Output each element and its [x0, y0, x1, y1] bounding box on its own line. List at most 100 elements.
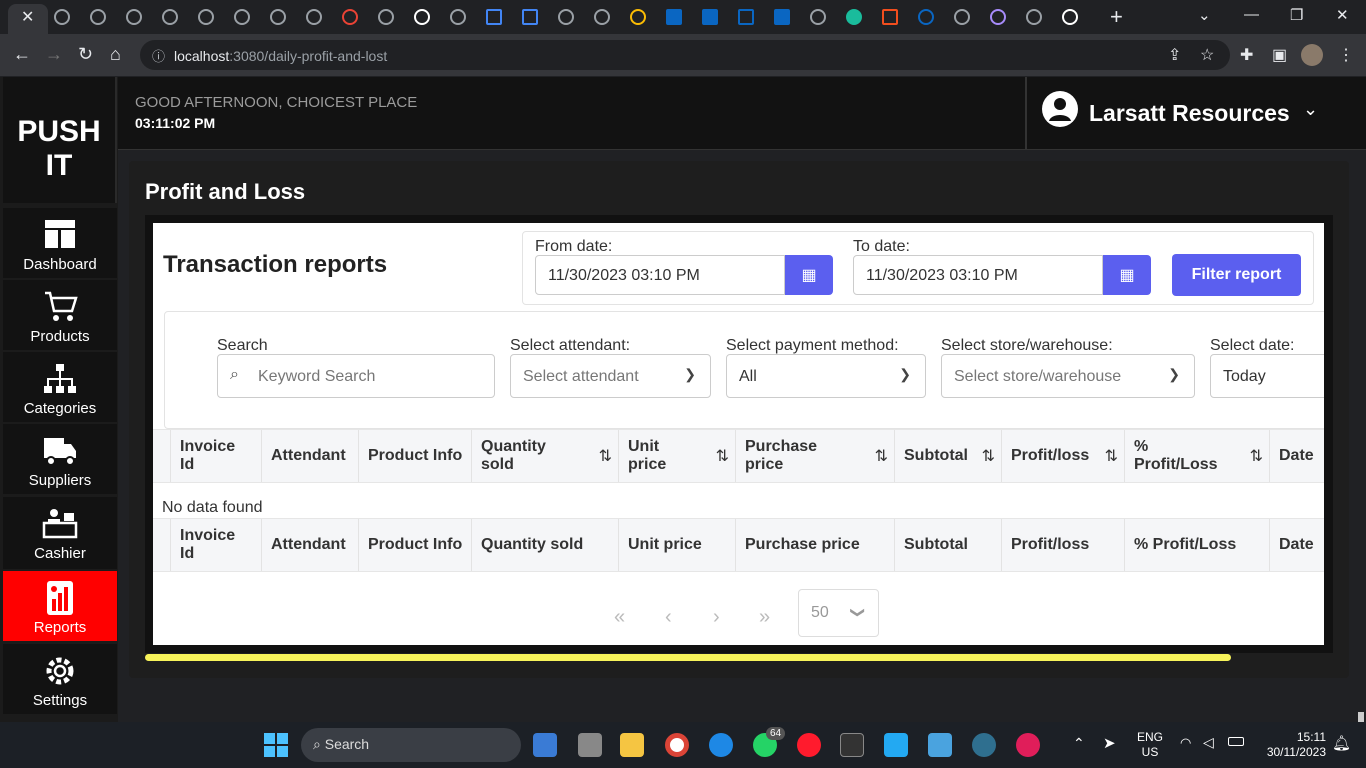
column-header-sortable[interactable]: Profit/loss ⇅ [1001, 430, 1125, 482]
chrome-icon[interactable] [665, 733, 689, 757]
linkedin-tab-icon[interactable] [774, 9, 790, 25]
column-header-sortable[interactable]: Quantity sold ⇅ [471, 430, 619, 482]
back-icon[interactable]: ← [13, 44, 31, 65]
tab-favicon[interactable] [234, 9, 250, 25]
sidebar-item-reports[interactable]: Reports [3, 571, 117, 641]
side-panel-icon[interactable]: ▣ [1272, 45, 1287, 65]
minimize-icon[interactable]: — [1244, 6, 1259, 23]
calendar-icon[interactable]: ▦ [785, 255, 833, 295]
github-tab-icon[interactable] [414, 9, 430, 25]
file-explorer-icon[interactable] [620, 733, 644, 757]
chevron-up-icon[interactable]: ⌃ [1073, 735, 1085, 752]
profile-avatar[interactable] [1301, 44, 1323, 66]
language-indicator[interactable]: ENG US [1136, 730, 1164, 760]
browser-menu-icon[interactable]: ⋮ [1338, 45, 1354, 65]
sort-icon[interactable]: ⇅ [1105, 446, 1118, 466]
windows-start-icon[interactable] [264, 733, 288, 757]
close-window-icon[interactable]: ✕ [1336, 6, 1349, 24]
edge-icon[interactable] [709, 733, 733, 757]
figma-tab-icon[interactable] [882, 9, 898, 25]
sidebar-item-settings[interactable]: Settings [3, 644, 117, 714]
user-menu[interactable]: Larsatt Resources ⌄ [1025, 77, 1366, 150]
tab-favicon[interactable] [126, 9, 142, 25]
tab-favicon[interactable] [918, 9, 934, 25]
sort-icon[interactable]: ⇅ [982, 446, 995, 466]
site-info-icon[interactable]: ⓘ [152, 46, 165, 65]
tab-favicon[interactable] [1026, 9, 1042, 25]
location-icon[interactable]: ➤ [1103, 734, 1116, 752]
sort-icon[interactable]: ⇅ [716, 446, 729, 466]
horizontal-scroll-bar[interactable] [145, 654, 1231, 661]
tab-favicon[interactable] [594, 9, 610, 25]
search-input[interactable]: ⌕ Keyword Search [217, 354, 495, 398]
last-page-button[interactable]: » [759, 606, 770, 629]
store-select[interactable]: Select store/warehouse ❯ [941, 354, 1195, 398]
globe-tab-icon[interactable] [558, 9, 574, 25]
electron-app-icon[interactable] [972, 733, 996, 757]
tab-favicon[interactable] [630, 9, 646, 25]
docs-tab-icon[interactable] [486, 9, 502, 25]
tab-favicon[interactable] [306, 9, 322, 25]
linkedin-tab-icon[interactable] [666, 9, 682, 25]
notification-bell-icon[interactable]: 🔔︎ [1332, 734, 1351, 752]
column-header-sortable[interactable]: Purchase price ⇅ [735, 430, 895, 482]
column-header-sortable[interactable]: Subtotal ⇅ [894, 430, 1002, 482]
taskbar-search[interactable]: ⌕ Search [301, 728, 521, 762]
close-tab-icon[interactable]: ✕ [21, 7, 34, 27]
chevron-down-icon[interactable]: ⌄ [1303, 99, 1318, 120]
from-date-input[interactable]: 11/30/2023 03:10 PM [535, 255, 785, 295]
extensions-icon[interactable]: ✚ [1240, 45, 1253, 65]
github-tab-icon[interactable] [378, 9, 394, 25]
payment-method-select[interactable]: All ❯ [726, 354, 926, 398]
tab-favicon[interactable] [162, 9, 178, 25]
tab-favicon[interactable] [90, 9, 106, 25]
tab-favicon[interactable] [270, 9, 286, 25]
tab-favicon[interactable] [450, 9, 466, 25]
forward-icon[interactable]: → [45, 44, 63, 65]
prev-page-button[interactable]: ‹ [665, 606, 672, 629]
tab-favicon[interactable] [954, 9, 970, 25]
sidebar-item-categories[interactable]: Categories [3, 352, 117, 422]
sidebar-item-suppliers[interactable]: Suppliers [3, 424, 117, 494]
page-scrollbar[interactable] [1358, 712, 1364, 722]
notepad-icon[interactable] [928, 733, 952, 757]
tab-favicon[interactable] [1062, 9, 1078, 25]
tab-favicon[interactable] [990, 9, 1006, 25]
tab-favicon[interactable] [54, 9, 70, 25]
address-bar[interactable]: ⓘ localhost:3080/daily-profit-and-lost [140, 40, 1230, 70]
volume-icon[interactable]: ◁ [1203, 734, 1214, 751]
system-clock[interactable]: 15:11 30/11/2023 [1258, 730, 1326, 760]
sort-icon[interactable]: ⇅ [599, 446, 612, 466]
task-view-icon[interactable] [578, 733, 602, 757]
home-icon[interactable]: ⌂ [110, 44, 121, 65]
filter-report-button[interactable]: Filter report [1172, 254, 1301, 296]
copilot-icon[interactable] [533, 733, 557, 757]
tab-favicon[interactable] [846, 9, 862, 25]
sort-icon[interactable]: ⇅ [1250, 446, 1263, 466]
slack-icon[interactable] [1016, 733, 1040, 757]
column-header-sortable[interactable]: % Profit/Loss ⇅ [1124, 430, 1270, 482]
tab-favicon[interactable] [810, 9, 826, 25]
terminal-icon[interactable] [840, 733, 864, 757]
attendant-select[interactable]: Select attendant ❯ [510, 354, 711, 398]
new-tab-icon[interactable]: + [1110, 4, 1123, 30]
opera-icon[interactable] [797, 733, 821, 757]
first-page-button[interactable]: « [614, 606, 625, 629]
battery-icon[interactable] [1228, 737, 1244, 746]
sidebar-item-cashier[interactable]: Cashier [3, 497, 117, 569]
bookmark-star-icon[interactable]: ☆ [1200, 45, 1214, 65]
date-select[interactable]: Today [1210, 354, 1324, 398]
linkedin-tab-icon[interactable] [702, 9, 718, 25]
page-size-select[interactable]: 50 ❯ [798, 589, 879, 637]
sidebar-item-dashboard[interactable]: Dashboard [3, 208, 117, 278]
restore-icon[interactable]: ❐ [1290, 6, 1303, 24]
reload-icon[interactable]: ↻ [78, 44, 93, 65]
vscode-icon[interactable] [884, 733, 908, 757]
tab-search-icon[interactable]: ⌄ [1198, 6, 1211, 24]
wifi-icon[interactable]: ◠ [1180, 735, 1191, 751]
share-icon[interactable]: ⇪ [1168, 45, 1181, 65]
tab-favicon[interactable] [198, 9, 214, 25]
gmail-tab-icon[interactable] [342, 9, 358, 25]
column-header-sortable[interactable]: Unit price ⇅ [618, 430, 736, 482]
next-page-button[interactable]: › [713, 606, 720, 629]
